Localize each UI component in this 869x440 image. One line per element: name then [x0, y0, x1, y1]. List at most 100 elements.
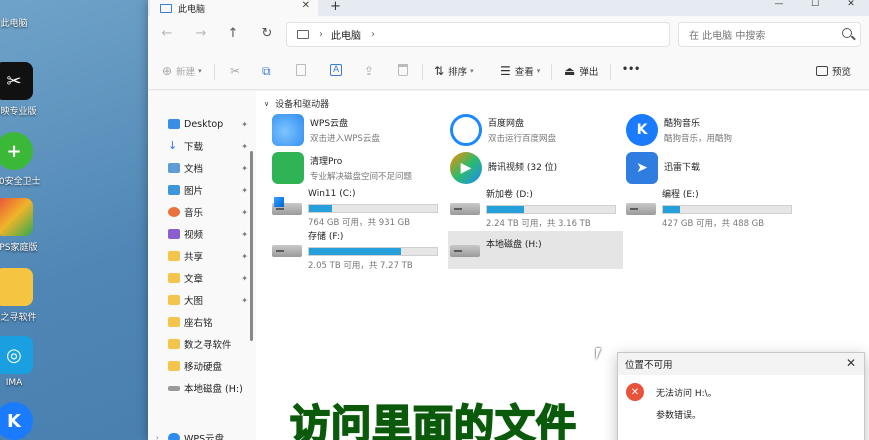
nav-item-large-images[interactable]: 大图 ✦	[156, 289, 254, 311]
folder-icon	[168, 251, 180, 261]
pin-icon: ✦	[241, 185, 248, 195]
nav-item-shared[interactable]: 共享 ✦	[156, 245, 254, 267]
desktop-icon-ima[interactable]: ◎ IMA	[0, 336, 38, 388]
search-icon	[842, 28, 852, 38]
nav-item-external-drive[interactable]: 移动硬盘	[156, 355, 254, 377]
back-button[interactable]: ←	[158, 26, 176, 41]
desktop-icon-360[interactable]: + 360安全卫士	[0, 132, 41, 187]
drive-usage-bar	[308, 247, 438, 256]
copy-button[interactable]: ⧉	[262, 64, 275, 79]
section-header[interactable]: ∨ 设备和驱动器	[264, 97, 329, 111]
nav-item-motto[interactable]: 座右铭	[156, 311, 254, 333]
app-item-tencent-video[interactable]: ▶ 腾讯视频 (32 位)	[450, 149, 625, 187]
nav-item-pictures[interactable]: 图片 ✦	[156, 179, 254, 201]
search-input[interactable]: 在 此电脑 中搜索	[678, 22, 861, 47]
view-button[interactable]: ☰ 查看 ▾	[500, 64, 540, 78]
nav-item-label: Desktop	[184, 118, 224, 130]
rename-button[interactable]: A	[330, 64, 346, 76]
drive-free-space: 427 GB 可用，共 488 GB	[662, 219, 765, 229]
pin-icon: ✦	[241, 119, 248, 129]
desktop-icon-this-pc[interactable]: 此电脑	[0, 0, 38, 29]
pin-icon: ✦	[241, 251, 248, 261]
drive-usage-bar	[486, 205, 616, 214]
desktop-icon-label: WPS家庭版	[0, 243, 38, 253]
ima-icon: ◎	[0, 336, 33, 374]
windows-drive-icon	[272, 197, 302, 219]
more-options-button[interactable]: •••	[622, 64, 640, 75]
app-item-wps-cloud[interactable]: WPS云盘 双击进入WPS云盘	[272, 111, 447, 149]
broom-icon	[272, 152, 304, 184]
desktop-icon-folder[interactable]: 数之寻软件	[0, 268, 38, 323]
nav-item-label: 文档	[184, 164, 204, 175]
drive-free-space: 2.05 TB 可用，共 7.27 TB	[308, 261, 413, 271]
desktop-icon-wps[interactable]: WPS家庭版	[0, 198, 38, 253]
plus-circle-icon: ⊕	[162, 64, 173, 78]
app-item-xunlei[interactable]: ➤ 迅雷下载	[626, 149, 801, 187]
nav-item-documents[interactable]: 文档 ✦	[156, 157, 254, 179]
nav-item-label: 移动硬盘	[184, 362, 223, 373]
nav-item-desktop[interactable]: Desktop ✦	[156, 113, 254, 135]
cut-button[interactable]: ✂	[230, 64, 244, 78]
preview-pane-button[interactable]: 预览	[816, 64, 851, 78]
up-button[interactable]: ↑	[224, 26, 242, 41]
trash-icon	[398, 64, 408, 76]
drive-item-h[interactable]: 本地磁盘 (H:)	[448, 231, 623, 269]
chevron-down-icon: ▾	[198, 67, 202, 75]
desktop-icon-kugou[interactable]: K	[0, 402, 38, 440]
maximize-button[interactable]: ☐	[797, 0, 833, 10]
tab-close-icon[interactable]: ✕	[302, 0, 310, 11]
desktop-icon-label: 剪映专业版	[0, 107, 37, 117]
forward-button[interactable]: →	[192, 26, 210, 41]
dialog-close-button[interactable]: ✕	[846, 356, 856, 370]
cloud-icon	[168, 433, 180, 440]
nav-item-videos[interactable]: 视频 ✦	[156, 223, 254, 245]
chevron-down-icon: ▾	[536, 67, 541, 75]
delete-button[interactable]	[398, 64, 412, 76]
new-button[interactable]: ⊕ 新建 ▾	[162, 64, 202, 78]
video-caption: 访问里面的文件	[289, 401, 577, 440]
download-icon: ↓	[168, 139, 178, 152]
new-tab-button[interactable]: +	[330, 0, 341, 14]
nav-item-label: 共享	[184, 252, 204, 263]
pin-icon: ✦	[241, 163, 248, 173]
desktop: 此电脑 ✂ 剪映专业版 + 360安全卫士 WPS家庭版 数之寻软件 ◎ IMA…	[0, 0, 148, 440]
error-icon: ✕	[626, 383, 644, 401]
app-item-kugou[interactable]: K 酷狗音乐 酷狗音乐，用酷狗	[626, 111, 801, 149]
shield-plus-icon: +	[0, 132, 33, 170]
drive-name: 编程 (E:)	[662, 190, 699, 200]
close-window-button[interactable]: ✕	[833, 0, 869, 10]
drive-name: 新加卷 (D:)	[486, 190, 533, 200]
address-bar[interactable]: › 此电脑 ›	[286, 22, 670, 47]
desktop-icon-capcut[interactable]: ✂ 剪映专业版	[0, 62, 38, 117]
drive-item-d[interactable]: 新加卷 (D:) 2.24 TB 可用，共 3.16 TB	[450, 189, 625, 229]
drive-item-e[interactable]: 编程 (E:) 427 GB 可用，共 488 GB	[626, 189, 801, 229]
nav-scrollbar[interactable]	[250, 151, 253, 341]
nav-item-articles[interactable]: 文章 ✦	[156, 267, 254, 289]
app-item-cleaner-pro[interactable]: 清理Pro 专业解决磁盘空间不足问题	[272, 149, 447, 187]
eject-label: 弹出	[579, 67, 599, 78]
drive-icon	[626, 197, 656, 219]
minimize-button[interactable]: —	[761, 0, 797, 10]
drive-icon	[450, 239, 480, 261]
nav-item-label: 本地磁盘 (H:)	[184, 384, 243, 395]
nav-item-downloads[interactable]: ↓ 下载 ✦	[156, 135, 254, 157]
tab-this-pc[interactable]: 此电脑 ✕	[150, 0, 318, 16]
sort-button[interactable]: ⇅ 排序 ▾	[434, 64, 474, 78]
paste-button[interactable]	[296, 64, 310, 76]
nav-item-local-disk-h[interactable]: 本地磁盘 (H:)	[156, 377, 254, 399]
breadcrumb-this-pc[interactable]: 此电脑	[331, 27, 361, 42]
nav-item-wps-cloud[interactable]: › WPS云盘	[156, 427, 254, 440]
chevron-right-icon[interactable]: ›	[156, 434, 168, 440]
share-button[interactable]: ⇪	[364, 64, 378, 78]
eject-button[interactable]: ⏏ 弹出	[564, 64, 598, 78]
new-label: 新建	[176, 67, 196, 78]
drive-item-c[interactable]: Win11 (C:) 764 GB 可用，共 931 GB	[272, 189, 447, 228]
app-item-baidu-netdisk[interactable]: 百度网盘 双击运行百度网盘	[450, 111, 625, 149]
breadcrumb-separator[interactable]: ›	[371, 29, 375, 40]
location-unavailable-dialog: 位置不可用 ✕ ✕ 无法访问 H:\。 参数错误。	[617, 352, 865, 440]
refresh-button[interactable]: ↻	[258, 26, 276, 41]
drive-item-f[interactable]: 存储 (F:) 2.05 TB 可用，共 7.27 TB	[272, 231, 447, 271]
nav-item-music[interactable]: 音乐 ✦	[156, 201, 254, 223]
play-icon: ▶	[450, 152, 482, 184]
nav-item-software[interactable]: 数之寻软件	[156, 333, 254, 355]
